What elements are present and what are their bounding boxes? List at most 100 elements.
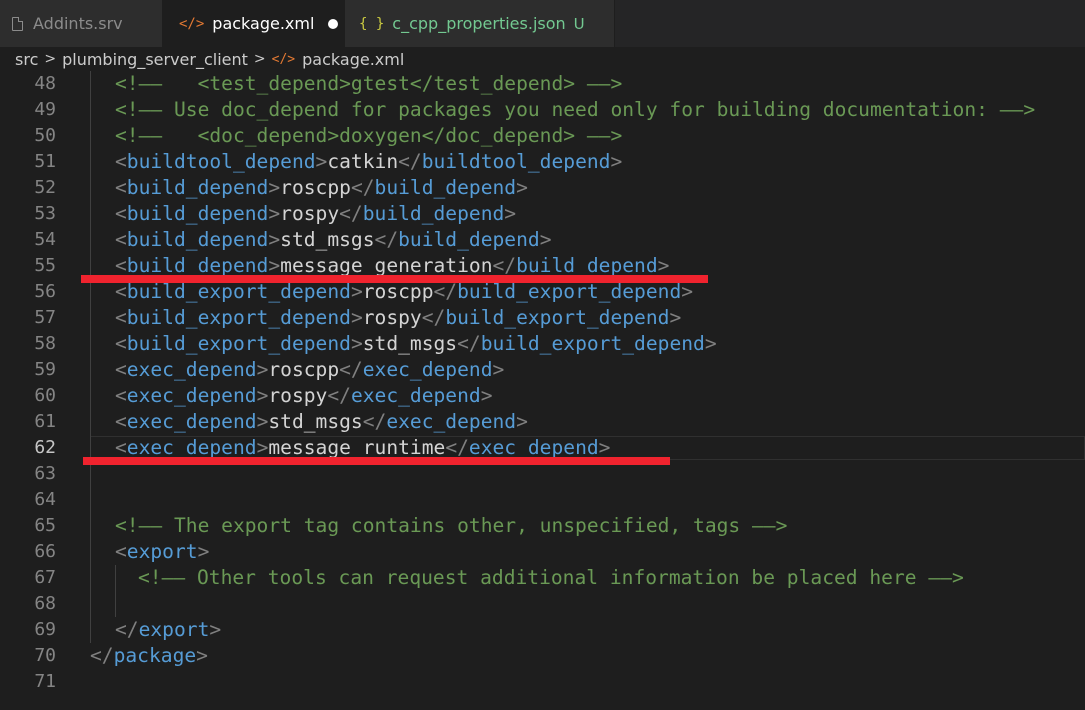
token-com: <!—— <doc_depend>doxygen</doc_depend> ——… (115, 124, 623, 147)
json-icon: { } (359, 15, 385, 32)
code-line-71[interactable]: 71 (0, 669, 1085, 695)
token-br: < (115, 306, 127, 329)
token-tag: exec_depend (350, 384, 481, 407)
breadcrumb-item-src[interactable]: src (15, 50, 38, 69)
code-line-64[interactable]: 64 (0, 487, 1085, 513)
breadcrumb: src > plumbing_server_client > </> packa… (0, 47, 1085, 71)
tab-c-cpp-properties-json[interactable]: { } c_cpp_properties.json U (345, 0, 615, 47)
token-br: > (704, 332, 717, 355)
token-br: > (598, 436, 611, 459)
code-line-51[interactable]: 51 <buildtool_depend>catkin</buildtool_de… (0, 149, 1085, 175)
token-tag: build_depend (398, 228, 540, 251)
chevron-right-icon: > (44, 51, 57, 67)
token-br: < (115, 410, 127, 433)
code-line-53[interactable]: 53 <build_depend>rospy</build_depend> (0, 201, 1085, 227)
code-line-65[interactable]: 65 <!—— The export tag contains other, un… (0, 513, 1085, 539)
code-editor[interactable]: 48 <!—— <test_depend>gtest</test_depend> … (0, 71, 1085, 710)
unsaved-dot-icon[interactable] (328, 18, 339, 29)
code-line-66[interactable]: 66 <export> (0, 539, 1085, 565)
token-br: > (256, 358, 269, 381)
token-tag: build_depend (126, 202, 269, 225)
code-line-69[interactable]: 69 </export> (0, 617, 1085, 643)
code-line-49[interactable]: 49 <!—— Use doc_depend for packages you n… (0, 97, 1085, 123)
code-line-52[interactable]: 52 <build_depend>roscpp</build_depend> (0, 175, 1085, 201)
code-line-57[interactable]: 57 <build_export_depend>rospy</build_expo… (0, 305, 1085, 331)
token-br: > (196, 644, 208, 667)
token-com: <!—— Use doc_depend for packages you nee… (115, 98, 1036, 121)
line-number: 58 (34, 333, 56, 354)
token-br: < (115, 540, 127, 563)
token-br: > (516, 410, 528, 433)
line-number: 49 (34, 99, 56, 120)
token-tag: build_depend (516, 254, 658, 277)
file-icon (12, 16, 23, 31)
code-line-61[interactable]: 61 <exec_depend>std_msgs</exec_depend> (0, 409, 1085, 435)
token-tag: build_export_depend (126, 332, 351, 355)
code-line-67[interactable]: 67 <!—— Other tools can request additiona… (0, 565, 1085, 591)
token-br: </ (339, 358, 363, 381)
breadcrumb-item-folder[interactable]: plumbing_server_client (62, 50, 248, 69)
line-number: 59 (34, 359, 56, 380)
token-br: </ (339, 202, 363, 225)
tab-package-xml[interactable]: </> package.xml (163, 0, 345, 47)
code-text: <!—— Other tools can request additional … (138, 565, 964, 591)
line-number: 63 (34, 463, 56, 484)
token-br: > (480, 384, 493, 407)
code-line-58[interactable]: 58 <build_export_depend>std_msgs</build_e… (0, 331, 1085, 357)
token-br: < (115, 358, 127, 381)
code-text: <exec_depend>rospy</exec_depend> (115, 383, 493, 409)
tab-label: Addints.srv (33, 14, 123, 33)
token-br: </ (445, 436, 469, 459)
line-number: 55 (34, 255, 56, 276)
token-br: > (268, 228, 281, 251)
code-text: <exec_depend>roscpp</exec_depend> (115, 357, 504, 383)
highlight-line-62 (83, 457, 670, 465)
token-tag: build_depend (126, 254, 269, 277)
token-br: < (115, 176, 127, 199)
code-text: <buildtool_depend>catkin</buildtool_depe… (115, 149, 622, 175)
code-text: <exec_depend>std_msgs</exec_depend> (115, 409, 528, 435)
token-br: < (115, 150, 127, 173)
line-number: 65 (34, 515, 56, 536)
token-txt: rospy (268, 384, 328, 407)
token-br: > (209, 618, 222, 641)
token-br: </ (457, 332, 481, 355)
chevron-right-icon: > (253, 51, 266, 67)
code-line-68[interactable]: 68 (0, 591, 1085, 617)
token-tag: build_depend (126, 176, 269, 199)
code-text: <!—— <test_depend>gtest</test_depend> ——… (115, 71, 622, 97)
token-tag: export (126, 540, 198, 563)
code-line-60[interactable]: 60 <exec_depend>rospy</exec_depend> (0, 383, 1085, 409)
code-line-48[interactable]: 48 <!—— <test_depend>gtest</test_depend> … (0, 71, 1085, 97)
token-tag: build_export_depend (445, 306, 670, 329)
line-number: 66 (34, 541, 56, 562)
token-br: > (350, 306, 363, 329)
code-line-70[interactable]: 70 </package> (0, 643, 1085, 669)
code-line-54[interactable]: 54 <build_depend>std_msgs</build_depend> (0, 227, 1085, 253)
token-tag: exec_depend (126, 436, 257, 459)
tab-addints-srv[interactable]: Addints.srv (0, 0, 163, 47)
token-tag: build_depend (126, 228, 269, 251)
line-number: 61 (34, 411, 56, 432)
xml-icon: </> (271, 51, 296, 67)
token-tag: package (113, 644, 197, 667)
token-txt: message_runtime (268, 436, 446, 459)
token-txt: std_msgs (362, 332, 458, 355)
token-br: </ (115, 618, 139, 641)
indent-guide-outer (90, 71, 91, 643)
code-line-50[interactable]: 50 <!—— <doc_depend>doxygen</doc_depend> … (0, 123, 1085, 149)
code-text: </export> (115, 617, 221, 643)
token-txt: roscpp (268, 358, 340, 381)
token-br: > (197, 540, 210, 563)
token-tag: exec_depend (126, 384, 257, 407)
code-line-59[interactable]: 59 <exec_depend>roscpp</exec_depend> (0, 357, 1085, 383)
token-br: </ (374, 228, 399, 251)
breadcrumb-item-file[interactable]: package.xml (302, 50, 404, 69)
line-number: 53 (34, 203, 56, 224)
line-number: 67 (34, 567, 56, 588)
token-br: > (256, 384, 269, 407)
code-text: <build_depend>rospy</build_depend> (115, 201, 516, 227)
code-text: <build_depend>std_msgs</build_depend> (115, 227, 551, 253)
token-tag: build_depend (374, 176, 517, 199)
token-br: > (268, 176, 281, 199)
